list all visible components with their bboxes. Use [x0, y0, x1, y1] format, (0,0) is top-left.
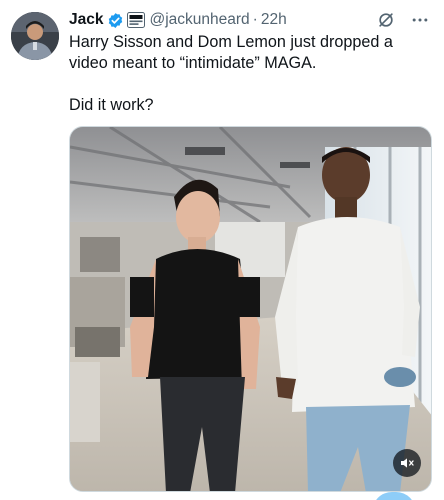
- author-name[interactable]: Jack: [69, 11, 103, 29]
- tweet-header: Jack @jackunheard · 22h: [69, 9, 432, 31]
- video-player[interactable]: [69, 126, 432, 492]
- tweet-text-line2: Did it work?: [69, 96, 154, 114]
- tweet-text: Harry Sisson and Dom Lemon just dropped …: [69, 32, 429, 116]
- tweet-text-line1: Harry Sisson and Dom Lemon just dropped …: [69, 33, 393, 72]
- volume-muted-icon: [399, 455, 415, 471]
- timestamp[interactable]: 22h: [261, 11, 287, 29]
- tweet-card[interactable]: Jack @jackunheard · 22h Harry Sisson and…: [0, 0, 444, 500]
- verified-badge-icon: [107, 12, 124, 29]
- floating-action-button[interactable]: [372, 492, 416, 500]
- mute-button[interactable]: [393, 449, 421, 477]
- avatar[interactable]: [11, 12, 59, 60]
- separator-dot: ·: [252, 11, 258, 28]
- affiliate-badge-icon[interactable]: [127, 12, 146, 28]
- more-options-icon[interactable]: [410, 10, 430, 30]
- grok-icon[interactable]: [376, 10, 396, 30]
- video-frame: [70, 127, 431, 491]
- author-handle[interactable]: @jackunheard: [149, 11, 249, 29]
